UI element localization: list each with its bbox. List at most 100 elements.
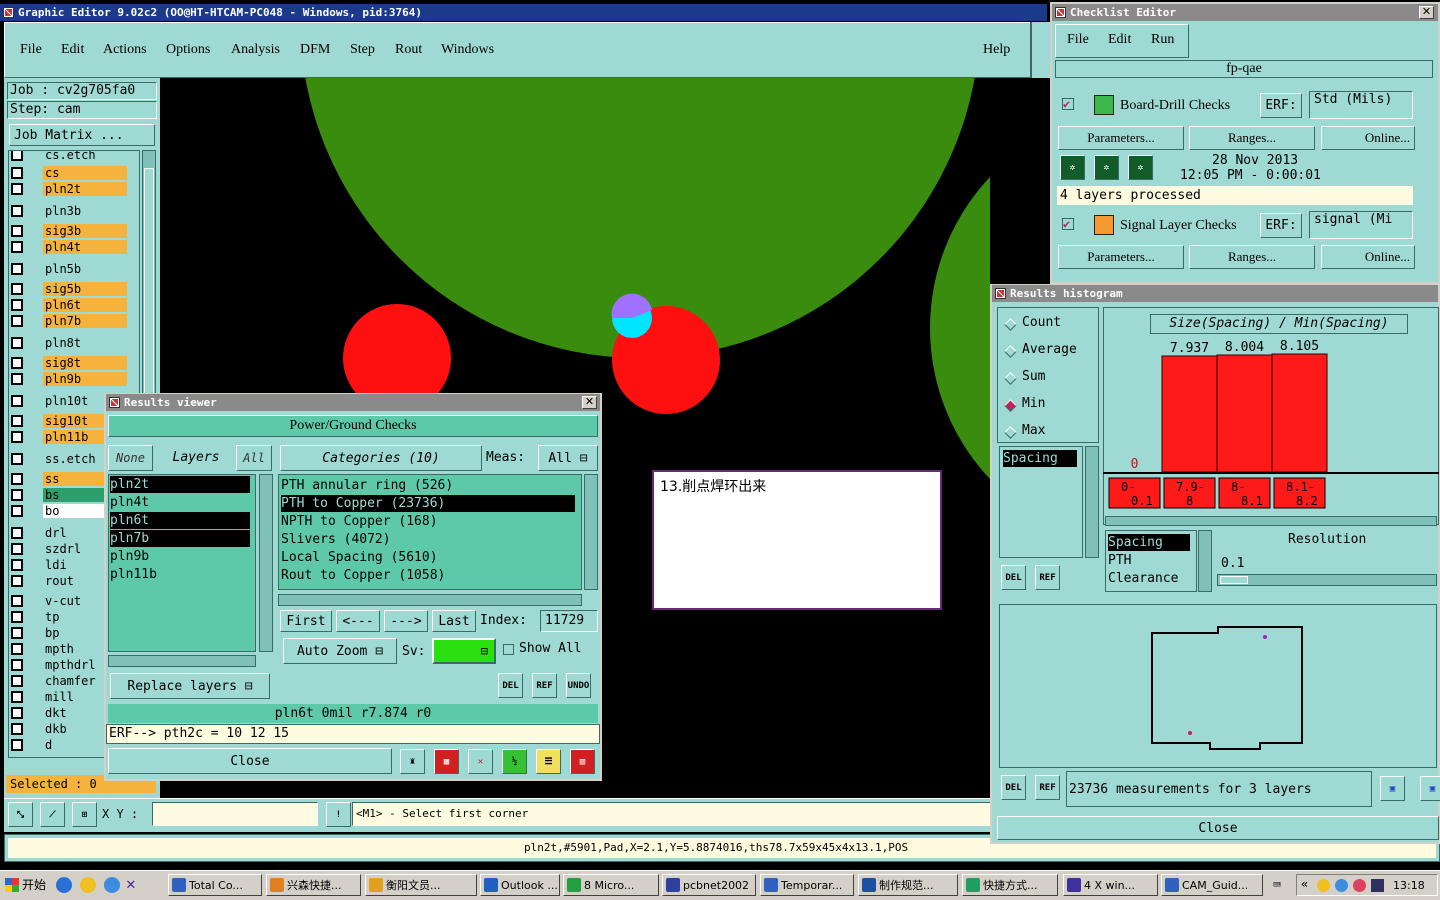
- zoom-fit-icon[interactable]: ⤡: [8, 802, 33, 827]
- ref-icon-viewer[interactable]: REF: [532, 673, 557, 698]
- layer-checkbox[interactable]: [11, 431, 23, 443]
- category-item[interactable]: PTH to Copper (23736): [281, 495, 575, 512]
- layer-checkbox[interactable]: [11, 283, 23, 295]
- none-button[interactable]: None: [108, 445, 153, 471]
- results-layer-item[interactable]: pln9b: [110, 548, 250, 565]
- layer-checkbox[interactable]: [11, 675, 23, 687]
- layer-checkbox[interactable]: [11, 453, 23, 465]
- results-viewer-close-icon[interactable]: ✕: [582, 396, 597, 409]
- layer-checkbox[interactable]: [11, 183, 23, 195]
- layer-checkbox[interactable]: [11, 373, 23, 385]
- layer-name[interactable]: sig8t: [43, 356, 127, 370]
- layer-name[interactable]: pln9b: [43, 372, 127, 386]
- ref-icon-left[interactable]: REF: [1035, 565, 1060, 590]
- export-icon-2[interactable]: ▣: [1420, 776, 1440, 801]
- board-drill-label[interactable]: Board-Drill Checks: [1120, 98, 1230, 114]
- task-button[interactable]: 4 X win...: [1063, 874, 1158, 896]
- menu-edit[interactable]: Edit: [61, 42, 84, 58]
- results-layer-item[interactable]: pln7b: [110, 530, 250, 547]
- category-item[interactable]: Local Spacing (5610): [281, 549, 575, 566]
- layer-row[interactable]: pln3b: [9, 203, 127, 219]
- replace-layers-dropdown[interactable]: Replace layers ⊟: [110, 673, 270, 699]
- layer-checkbox[interactable]: [11, 707, 23, 719]
- layer-row[interactable]: pln2t: [9, 181, 127, 197]
- parameters-button-signal[interactable]: Parameters...: [1058, 245, 1184, 269]
- histogram-bar[interactable]: [1216, 354, 1273, 473]
- tool-icon-2[interactable]: ▦: [434, 749, 459, 774]
- type-item-spacing[interactable]: Spacing: [1108, 534, 1190, 551]
- layer-row[interactable]: sig5b: [9, 281, 127, 297]
- sv-color-dropdown[interactable]: ⊟: [432, 638, 496, 664]
- categories-button[interactable]: Categories (10): [280, 445, 482, 471]
- layer-checkbox[interactable]: [11, 167, 23, 179]
- alert-icon[interactable]: !: [326, 802, 351, 827]
- start-button[interactable]: 开始: [2, 874, 50, 896]
- del-icon-viewer[interactable]: DEL: [498, 673, 523, 698]
- task-button[interactable]: CAM_Guid...: [1161, 874, 1263, 896]
- export-icon[interactable]: ▣: [1380, 776, 1405, 801]
- layer-checkbox[interactable]: [11, 527, 23, 539]
- tray-icon-1[interactable]: [1317, 879, 1330, 892]
- task-button[interactable]: 衡阳文员...: [365, 874, 477, 896]
- layer-checkbox[interactable]: [11, 595, 23, 607]
- cl-menu-file[interactable]: File: [1067, 32, 1089, 48]
- menu-help[interactable]: Help: [983, 42, 1010, 58]
- results-layer-item[interactable]: pln6t: [110, 512, 250, 529]
- quicklaunch-clock-icon[interactable]: [80, 877, 96, 893]
- layer-name[interactable]: pln7b: [43, 314, 127, 328]
- checklist-close-icon[interactable]: ✕: [1419, 6, 1434, 19]
- prev-button[interactable]: <---: [336, 610, 380, 632]
- type-item-pth[interactable]: PTH: [1108, 552, 1131, 569]
- quicklaunch-x-icon[interactable]: ✕: [126, 874, 136, 893]
- resolution-slider[interactable]: [1217, 574, 1437, 586]
- histogram-bar[interactable]: [1271, 353, 1328, 473]
- layer-name[interactable]: pln4t: [43, 240, 127, 254]
- histogram-close-button[interactable]: Close: [997, 816, 1439, 840]
- category-hscroll[interactable]: [278, 594, 582, 606]
- layer-name[interactable]: pln6t: [43, 298, 127, 312]
- tool-icon-5[interactable]: ☰: [536, 749, 561, 774]
- menu-windows[interactable]: Windows: [441, 42, 494, 58]
- layer-checkbox[interactable]: [11, 559, 23, 571]
- layer-checkbox[interactable]: [11, 241, 23, 253]
- measure-icon[interactable]: ⟋: [40, 802, 65, 827]
- xy-input[interactable]: [152, 802, 318, 826]
- tool-icon-4[interactable]: ½: [502, 749, 527, 774]
- quicklaunch-app-icon[interactable]: [104, 877, 120, 893]
- signal-layer-label[interactable]: Signal Layer Checks: [1120, 218, 1237, 234]
- tool-icon-1[interactable]: ♜: [400, 749, 425, 774]
- last-button[interactable]: Last: [432, 610, 476, 632]
- layer-checkbox[interactable]: [11, 225, 23, 237]
- tool-icon-3[interactable]: ✕: [468, 749, 493, 774]
- layer-row[interactable]: pln9b: [9, 371, 127, 387]
- layer-checkbox[interactable]: [11, 263, 23, 275]
- show-all-checkbox[interactable]: [503, 644, 514, 655]
- layer-checkbox[interactable]: [11, 627, 23, 639]
- parameters-button-drill[interactable]: Parameters...: [1058, 126, 1184, 150]
- tray-expand-icon[interactable]: «: [1301, 877, 1308, 891]
- run-icon-1[interactable]: ✲: [1060, 155, 1085, 180]
- layer-checkbox[interactable]: [11, 205, 23, 217]
- layer-name[interactable]: pln8t: [43, 336, 127, 350]
- layer-name[interactable]: sig3b: [43, 224, 127, 238]
- cl-menu-run[interactable]: Run: [1151, 32, 1174, 48]
- layer-checkbox[interactable]: [11, 151, 23, 161]
- quicklaunch-ie-icon[interactable]: [56, 877, 72, 893]
- cl-menu-edit[interactable]: Edit: [1108, 32, 1131, 48]
- results-layer-item[interactable]: pln2t: [110, 476, 250, 493]
- layer-name[interactable]: sig5b: [43, 282, 127, 296]
- task-button[interactable]: Temporar...: [760, 874, 854, 896]
- layer-checkbox[interactable]: [11, 357, 23, 369]
- layer-row[interactable]: pln7b: [9, 313, 127, 329]
- task-button[interactable]: 快捷方式...: [962, 874, 1058, 896]
- menu-options[interactable]: Options: [166, 42, 210, 58]
- del-icon-left[interactable]: DEL: [1001, 565, 1026, 590]
- menu-analysis[interactable]: Analysis: [231, 42, 280, 58]
- tray-icon-2[interactable]: [1335, 879, 1348, 892]
- layer-checkbox[interactable]: [11, 723, 23, 735]
- task-button[interactable]: 8 Micro...: [563, 874, 659, 896]
- task-button[interactable]: 兴森快捷...: [266, 874, 361, 896]
- grid-icon[interactable]: ⊞: [72, 802, 97, 827]
- layer-checkbox[interactable]: [11, 691, 23, 703]
- layer-checkbox[interactable]: [11, 505, 23, 517]
